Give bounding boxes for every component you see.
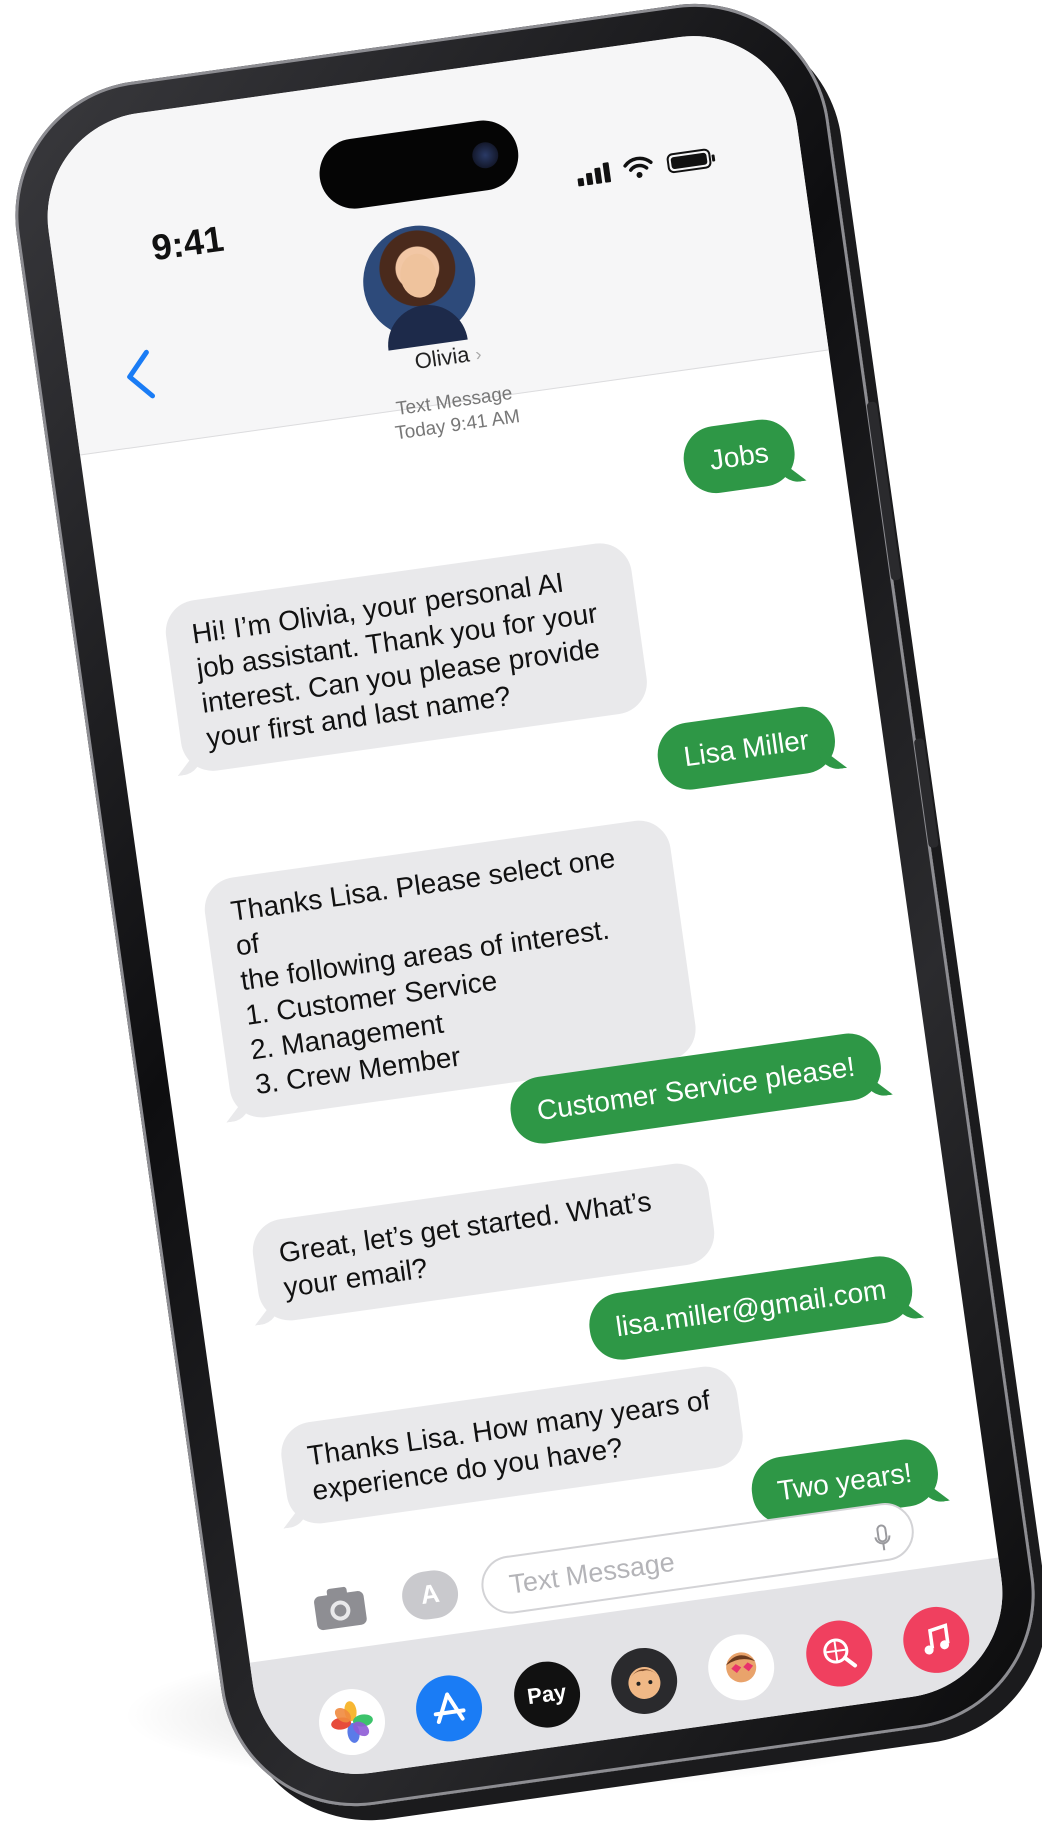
avatar-face [397, 251, 440, 301]
photos-icon[interactable] [314, 1684, 390, 1760]
app-store-button[interactable] [399, 1567, 462, 1623]
message-bubble-outgoing[interactable]: Lisa Miller [653, 702, 840, 794]
message-bubble-incoming[interactable]: Hi! I’m Olivia, your personal AI job ass… [161, 539, 652, 775]
apple-pay-label: Pay [525, 1679, 568, 1710]
message-bubble-outgoing[interactable]: Jobs [679, 415, 799, 498]
phone: 9:41 Olivia › Text Message Today 9:41 AM… [0, 0, 1042, 1824]
message-text: Jobs [707, 436, 771, 476]
chevron-right-icon: › [474, 343, 483, 365]
app-store-icon[interactable] [412, 1671, 487, 1746]
message-input-placeholder: Text Message [507, 1546, 677, 1600]
status-time: 9:41 [149, 217, 227, 269]
message-text: Great, let’s get started. What’s your em… [276, 1185, 654, 1304]
contact-avatar[interactable] [355, 218, 483, 351]
message-text: Hi! I’m Olivia, your personal AI job ass… [189, 566, 602, 754]
wifi-icon [622, 154, 655, 180]
memoji-stickers-icon[interactable] [704, 1630, 779, 1705]
message-text: Thanks Lisa. Please select one of the fo… [228, 842, 617, 1101]
message-text: Thanks Lisa. How many years of experienc… [305, 1384, 712, 1507]
message-text: Lisa Miller [681, 724, 811, 773]
dynamic-island [315, 115, 523, 214]
front-camera-icon [470, 140, 500, 170]
signal-icon [576, 162, 612, 187]
status-icons [575, 146, 713, 187]
contact-name-label: Olivia [413, 341, 471, 374]
memoji-icon[interactable] [606, 1643, 682, 1719]
screen: 9:41 Olivia › Text Message Today 9:41 AM… [34, 22, 1016, 1788]
camera-icon[interactable] [310, 1582, 370, 1633]
microphone-icon[interactable] [870, 1516, 894, 1551]
message-bubble-incoming[interactable]: Thanks Lisa. How many years of experienc… [277, 1362, 747, 1528]
battery-icon [665, 147, 713, 174]
web-images-icon[interactable] [801, 1616, 877, 1691]
message-text: lisa.miller@gmail.com [613, 1273, 889, 1343]
apple-pay-icon[interactable]: Pay [509, 1657, 585, 1732]
music-icon[interactable] [898, 1602, 974, 1678]
